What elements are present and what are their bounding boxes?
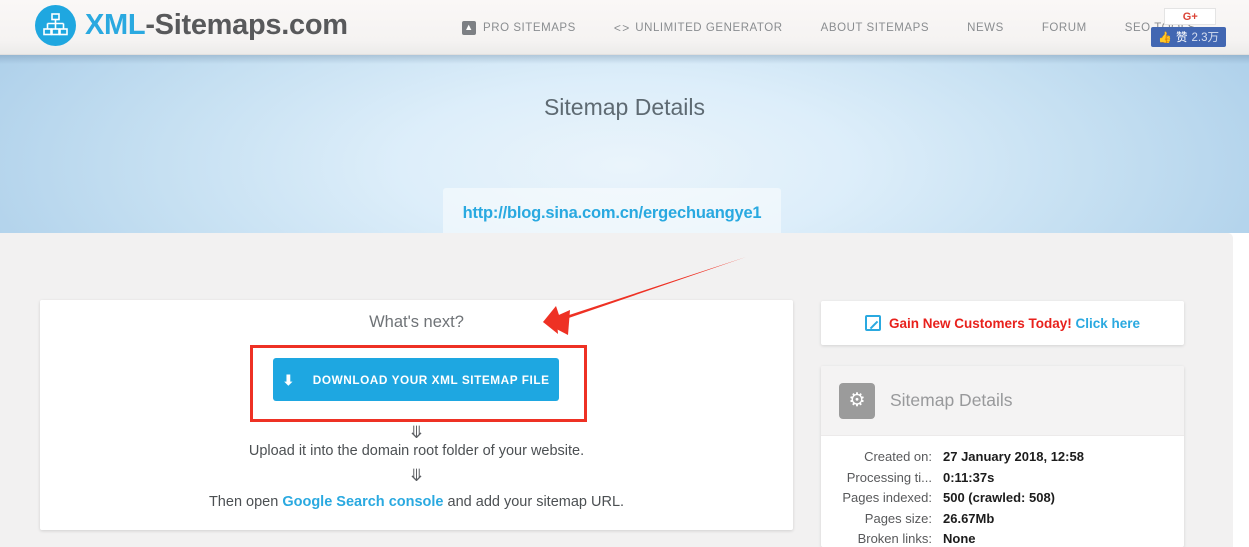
- table-row: Pages indexed: 500 (crawled: 508): [821, 488, 1184, 509]
- step-one-text: Upload it into the domain root folder of…: [248, 443, 585, 459]
- chevron-down-icon-2: ⤋: [409, 466, 424, 485]
- nav-item-pro-sitemaps[interactable]: ▲ PRO SITEMAPS: [462, 20, 595, 35]
- detail-value: None: [943, 531, 976, 546]
- detail-label: Pages indexed:: [842, 490, 932, 505]
- google-search-console-link[interactable]: Google Search console: [282, 494, 443, 510]
- nav-item-news[interactable]: NEWS: [948, 22, 1023, 34]
- site-logo[interactable]: XML-Sitemaps.com: [35, 5, 348, 46]
- table-row: Broken links: None: [821, 529, 1184, 547]
- code-brackets-icon: < >: [613, 20, 629, 35]
- table-row: Processing ti... 0:11:37s: [821, 468, 1184, 489]
- sitemap-tree-icon: [35, 5, 76, 46]
- detail-value: 27 January 2018, 12:58: [943, 449, 1084, 464]
- gain-customers-banner[interactable]: Gain New Customers Today! Click here: [821, 301, 1184, 345]
- sitemap-url-box: http://blog.sina.com.cn/ergechuangye1: [443, 188, 781, 239]
- page-title: Sitemap Details: [543, 94, 706, 120]
- panel-title: Sitemap Details: [890, 390, 1013, 410]
- detail-value: 500 (crawled: 508): [943, 490, 1056, 505]
- step-two-suffix: and add your sitemap URL.: [443, 494, 625, 510]
- facebook-like-button[interactable]: 👍 赞 2.3万: [1151, 27, 1226, 47]
- chevron-down-icon-1: ⤋: [409, 423, 424, 442]
- banner-text-blue: Click here: [1075, 315, 1141, 331]
- sitemap-url-link[interactable]: http://blog.sina.com.cn/ergechuangye1: [463, 204, 762, 223]
- gear-icon: ⚙: [839, 382, 875, 419]
- detail-label: Created on:: [864, 449, 932, 464]
- nav-label-forum: FORUM: [1041, 21, 1087, 34]
- detail-value: 0:11:37s: [943, 469, 995, 485]
- main-navigation: ▲ PRO SITEMAPS < > UNLIMITED GENERATOR A…: [462, 0, 1215, 55]
- nav-item-about-sitemaps[interactable]: ABOUT SITEMAPS: [802, 22, 948, 34]
- facebook-like-count: 2.3万: [1191, 32, 1220, 44]
- google-plus-label: G+: [1182, 10, 1198, 23]
- sitemap-details-panel: ⚙ Sitemap Details Created on: 27 January…: [821, 366, 1184, 547]
- facebook-like-label: 赞: [1176, 32, 1188, 44]
- hero-section: Sitemap Details http://blog.sina.com.cn/…: [0, 55, 1249, 239]
- logo-text-xml: XML: [85, 9, 146, 41]
- google-plus-button[interactable]: G+: [1164, 8, 1217, 25]
- panel-header: ⚙ Sitemap Details: [821, 366, 1184, 436]
- detail-value: 26.67Mb: [943, 510, 995, 526]
- nav-label-about-sitemaps: ABOUT SITEMAPS: [820, 21, 930, 34]
- hero-top-shadow: [0, 55, 1249, 64]
- thumbs-up-icon: 👍: [1158, 31, 1172, 44]
- download-sitemap-button[interactable]: ⬇ DOWNLOAD YOUR XML SITEMAP FILE: [273, 358, 559, 401]
- nav-label-news: NEWS: [967, 21, 1004, 34]
- banner-text-red: Gain New Customers Today!: [888, 315, 1072, 331]
- nav-label-unlimited-generator: UNLIMITED GENERATOR: [635, 21, 783, 34]
- table-row: Pages size: 26.67Mb: [821, 509, 1184, 530]
- external-link-icon: [864, 315, 881, 331]
- detail-label: Broken links:: [857, 531, 932, 546]
- download-button-label: DOWNLOAD YOUR XML SITEMAP FILE: [312, 372, 550, 387]
- page-root: XML-Sitemaps.com ▲ PRO SITEMAPS < > UNLI…: [0, 0, 1249, 547]
- social-buttons: G+ 👍 赞 2.3万: [1151, 0, 1226, 55]
- download-arrow-icon: ⬇: [282, 371, 295, 388]
- whats-next-card: What's next? ⬇ DOWNLOAD YOUR XML SITEMAP…: [40, 300, 793, 530]
- step-two-text: Then open Google Search console and add …: [40, 494, 793, 510]
- pro-box-icon: ▲: [462, 20, 476, 35]
- site-header: XML-Sitemaps.com ▲ PRO SITEMAPS < > UNLI…: [0, 0, 1249, 55]
- detail-label: Processing ti...: [846, 469, 932, 485]
- panel-body: Created on: 27 January 2018, 12:58 Proce…: [821, 436, 1184, 547]
- nav-label-pro-sitemaps: PRO SITEMAPS: [483, 21, 576, 34]
- nav-item-forum[interactable]: FORUM: [1023, 22, 1106, 34]
- whats-next-heading: What's next?: [369, 313, 464, 331]
- step-two-prefix: Then open: [208, 494, 283, 510]
- banner-text: Gain New Customers Today! Click here: [889, 316, 1140, 331]
- logo-text-sitemaps: -Sitemaps.com: [145, 9, 348, 41]
- logo-wordmark: XML-Sitemaps.com: [85, 5, 348, 46]
- table-row: Created on: 27 January 2018, 12:58: [821, 447, 1184, 468]
- nav-item-unlimited-generator[interactable]: < > UNLIMITED GENERATOR: [595, 21, 802, 35]
- detail-label: Pages size:: [864, 510, 932, 526]
